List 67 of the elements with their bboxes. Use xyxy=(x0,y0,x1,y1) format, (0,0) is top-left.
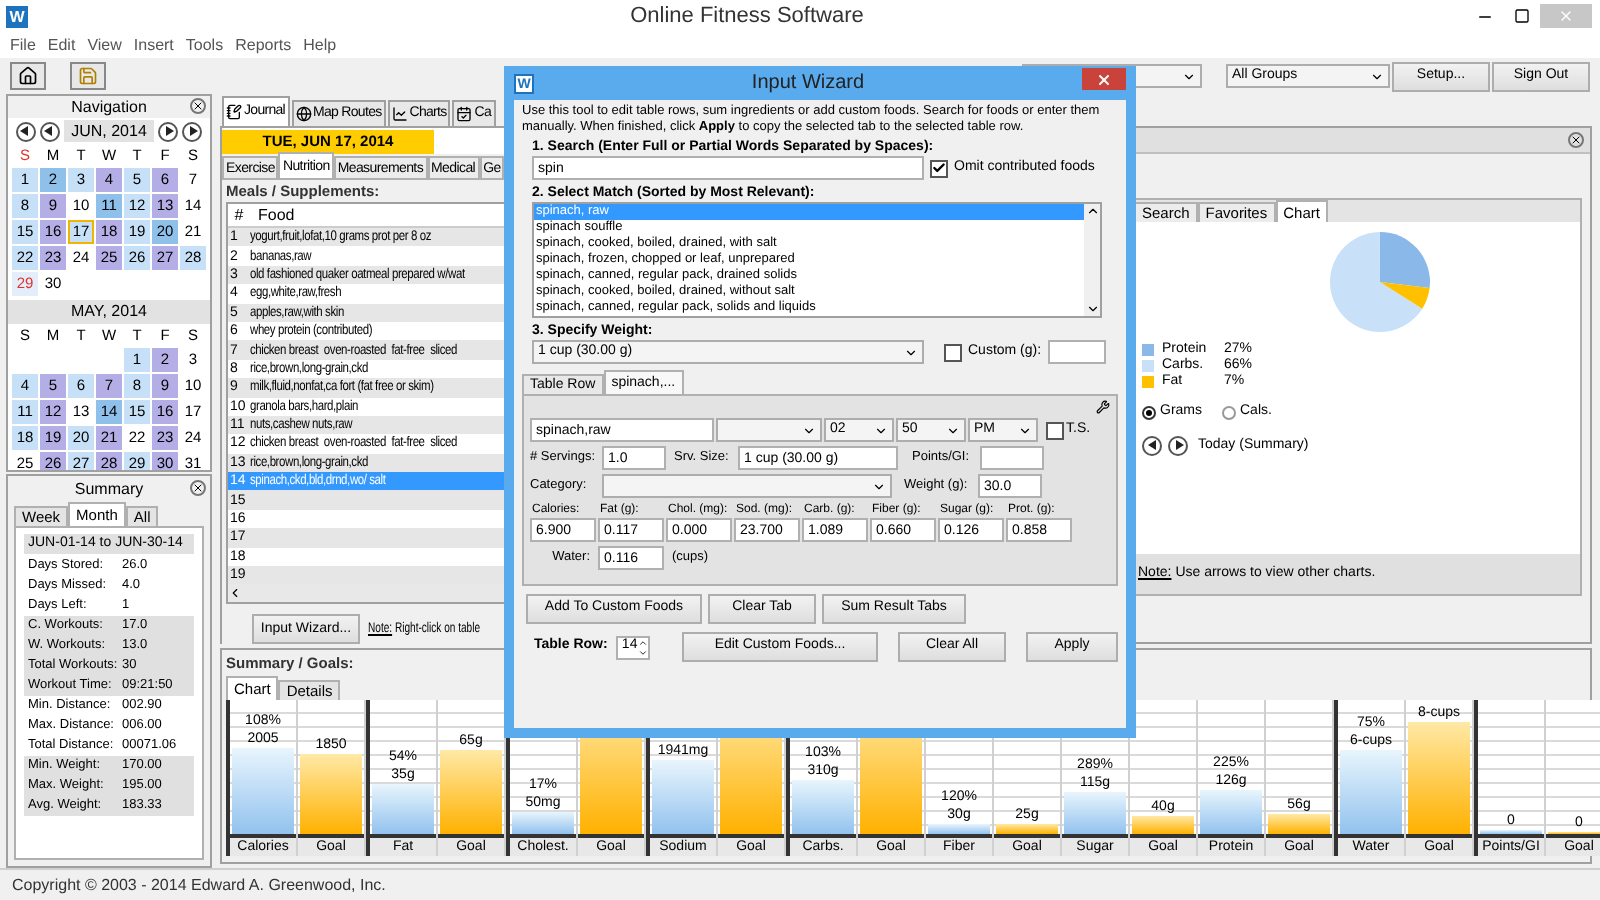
notepad-icon xyxy=(226,104,242,120)
month-label: MAY, 2014 xyxy=(8,300,210,324)
checkbox[interactable] xyxy=(1046,421,1064,439)
menu-item[interactable]: Edit xyxy=(47,33,76,57)
wrench-icon[interactable] xyxy=(1096,400,1110,414)
radio-button[interactable] xyxy=(1142,405,1156,420)
next-chart-button[interactable] xyxy=(1168,435,1188,456)
scroll-up-icon[interactable] xyxy=(1085,204,1099,218)
menu-item[interactable]: File xyxy=(10,33,36,57)
scroll-left-icon[interactable] xyxy=(228,586,242,601)
close-icon xyxy=(1558,8,1574,24)
menu-item[interactable]: Insert xyxy=(133,33,174,57)
close-icon[interactable] xyxy=(190,480,206,496)
maximize-icon[interactable] xyxy=(1514,8,1530,24)
check-icon xyxy=(932,160,946,176)
dialog-title: Input Wizard xyxy=(749,70,867,98)
chevron-down-icon xyxy=(1182,69,1196,83)
close-icon xyxy=(1096,71,1112,87)
column-header[interactable]: Food xyxy=(250,203,295,227)
triangle-right-icon xyxy=(1173,440,1183,451)
checkbox[interactable] xyxy=(930,159,948,177)
previous-month-button[interactable] xyxy=(39,121,60,141)
status-text: Copyright © 2003 - 2014 Edward A. Greenwood, Inc. xyxy=(12,873,386,897)
triangle-right-icon xyxy=(163,126,174,136)
next-month-button[interactable] xyxy=(158,121,179,141)
globe-icon xyxy=(295,106,312,122)
chevron-down-icon xyxy=(872,479,886,493)
close-icon[interactable] xyxy=(190,98,206,114)
save-icon xyxy=(78,66,98,86)
spin-up-icon xyxy=(637,637,648,647)
radio-button[interactable] xyxy=(1222,405,1236,420)
points-field[interactable] xyxy=(980,446,1044,470)
panel-title: Summary xyxy=(74,477,144,501)
triangle-left-icon xyxy=(20,126,31,136)
home-button[interactable] xyxy=(10,62,46,90)
menu-item[interactable]: View xyxy=(87,33,122,57)
custom-weight-field[interactable] xyxy=(1047,340,1106,364)
column-header[interactable]: # xyxy=(228,203,250,227)
spin-down-icon xyxy=(637,647,648,657)
home-icon xyxy=(18,66,38,86)
month-label: JUN, 2014 xyxy=(63,120,155,142)
chevron-down-icon xyxy=(874,423,888,437)
menu-item[interactable]: Help xyxy=(303,33,337,57)
triangle-left-icon xyxy=(1147,440,1157,451)
triangle-right-icon xyxy=(187,126,198,136)
chevron-down-icon xyxy=(946,423,960,437)
triangle-left-icon xyxy=(44,126,55,136)
save-button[interactable] xyxy=(70,62,106,90)
panel-title: Navigation xyxy=(71,96,147,119)
chevron-down-icon xyxy=(904,345,918,359)
window-title: Online Fitness Software xyxy=(628,1,866,32)
calendar-icon xyxy=(456,106,473,122)
previous-year-button[interactable] xyxy=(15,121,36,141)
previous-chart-button[interactable] xyxy=(1142,435,1162,456)
chevron-down-icon xyxy=(1018,423,1032,437)
close-icon[interactable] xyxy=(1568,132,1584,148)
chevron-down-icon xyxy=(1370,69,1384,83)
next-year-button[interactable] xyxy=(182,121,203,141)
menu-item[interactable]: Tools xyxy=(185,33,224,57)
scroll-down-icon[interactable] xyxy=(1085,302,1099,316)
match-list[interactable] xyxy=(532,202,1102,318)
checkbox[interactable] xyxy=(944,343,962,361)
app-logo: W xyxy=(6,5,28,27)
line-chart-icon xyxy=(391,106,408,122)
chevron-down-icon xyxy=(802,423,816,437)
menu-item[interactable]: Reports xyxy=(235,33,292,57)
close-button[interactable] xyxy=(1082,68,1126,90)
